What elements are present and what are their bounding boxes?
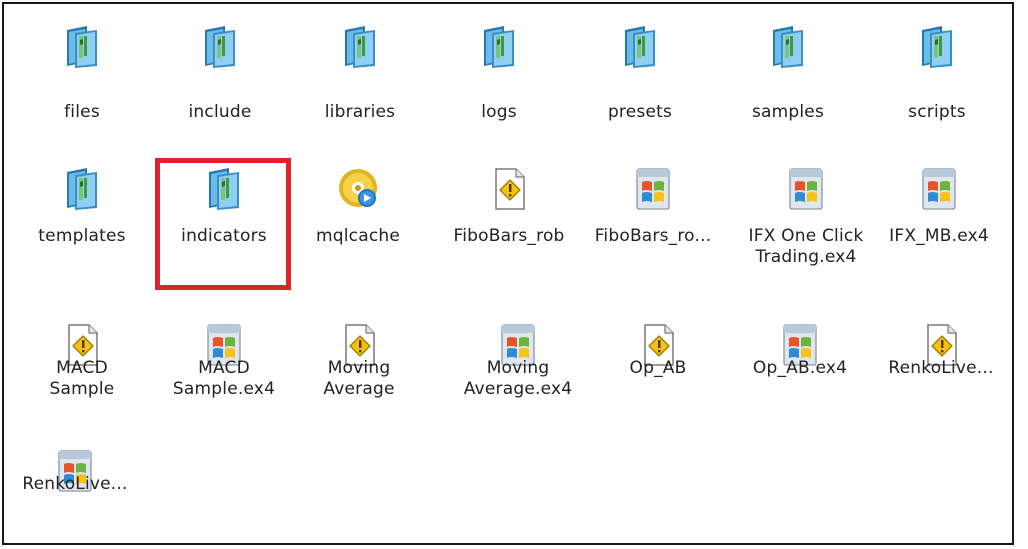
- item-label: include: [188, 102, 252, 122]
- item-label: FiboBars_rob: [453, 226, 565, 246]
- item-label: RenkoLive...: [22, 474, 128, 494]
- folder-icon: [767, 24, 809, 70]
- warning-file-icon: [488, 166, 530, 212]
- item-label: MACD Sample.ex4: [172, 358, 276, 399]
- file-op-ab-ex4[interactable]: Op_AB.ex4: [731, 308, 869, 420]
- folder-icon: [619, 24, 661, 70]
- folder-icon: [203, 166, 245, 212]
- windows-app-icon: [785, 166, 827, 212]
- folder-icon: [916, 24, 958, 70]
- folder-presets[interactable]: presets: [571, 10, 709, 122]
- item-label: Op_AB.ex4: [752, 358, 848, 378]
- file-moving-average[interactable]: Moving Average: [290, 308, 428, 420]
- windows-app-icon: [632, 166, 674, 212]
- folder-indicators[interactable]: indicators: [155, 152, 293, 264]
- folder-templates[interactable]: templates: [13, 152, 151, 264]
- folder-libraries[interactable]: libraries: [291, 10, 429, 122]
- item-label: presets: [607, 102, 673, 122]
- folder-samples[interactable]: samples: [719, 10, 857, 122]
- item-label: RenkoLive...: [888, 358, 994, 378]
- item-label: samples: [751, 102, 825, 122]
- folder-icon: [339, 24, 381, 70]
- item-label: libraries: [324, 102, 396, 122]
- file-icon-grid: files include libraries logs presets sam…: [4, 4, 1012, 543]
- item-label: IFX_MB.ex4: [889, 226, 989, 246]
- item-label: Moving Average: [323, 358, 395, 399]
- file-renkolive-ex4[interactable]: RenkoLive...: [6, 434, 144, 543]
- item-label: Moving Average.ex4: [463, 358, 573, 399]
- windows-app-icon: [918, 166, 960, 212]
- file-fibobars-rob[interactable]: FiboBars_rob: [440, 152, 578, 264]
- folder-icon: [61, 166, 103, 212]
- folder-icon: [61, 24, 103, 70]
- item-label: MACD Sample: [49, 358, 115, 399]
- folder-logs[interactable]: logs: [430, 10, 568, 122]
- item-label: indicators: [181, 226, 267, 246]
- folder-mqlcache[interactable]: mqlcache: [289, 152, 427, 264]
- file-macd-sample[interactable]: MACD Sample: [13, 308, 151, 420]
- item-label: files: [64, 102, 100, 122]
- item-label: mqlcache: [315, 226, 401, 246]
- file-fibobars-ro-ex4[interactable]: FiboBars_ro...: [584, 152, 722, 264]
- item-label: FiboBars_ro...: [594, 226, 712, 246]
- item-label: IFX One Click Trading.ex4: [748, 226, 864, 267]
- file-op-ab[interactable]: Op_AB: [589, 308, 727, 420]
- folder-icon: [199, 24, 241, 70]
- folder-files[interactable]: files: [13, 10, 151, 122]
- file-macd-sample-ex4[interactable]: MACD Sample.ex4: [155, 308, 293, 420]
- item-label: logs: [481, 102, 517, 122]
- item-label: scripts: [908, 102, 966, 122]
- folder-icon: [478, 24, 520, 70]
- cd-icon: [337, 166, 379, 212]
- file-moving-average-ex4[interactable]: Moving Average.ex4: [449, 308, 587, 420]
- item-label: Op_AB: [629, 358, 687, 378]
- folder-scripts[interactable]: scripts: [868, 10, 1006, 122]
- folder-include[interactable]: include: [151, 10, 289, 122]
- file-ifx-mb[interactable]: IFX_MB.ex4: [870, 152, 1008, 264]
- file-ifx-one-click-trading[interactable]: IFX One Click Trading.ex4: [737, 152, 875, 267]
- file-explorer-window: files include libraries logs presets sam…: [2, 2, 1014, 545]
- item-label: templates: [38, 226, 126, 246]
- file-renkolive[interactable]: RenkoLive...: [872, 308, 1010, 420]
